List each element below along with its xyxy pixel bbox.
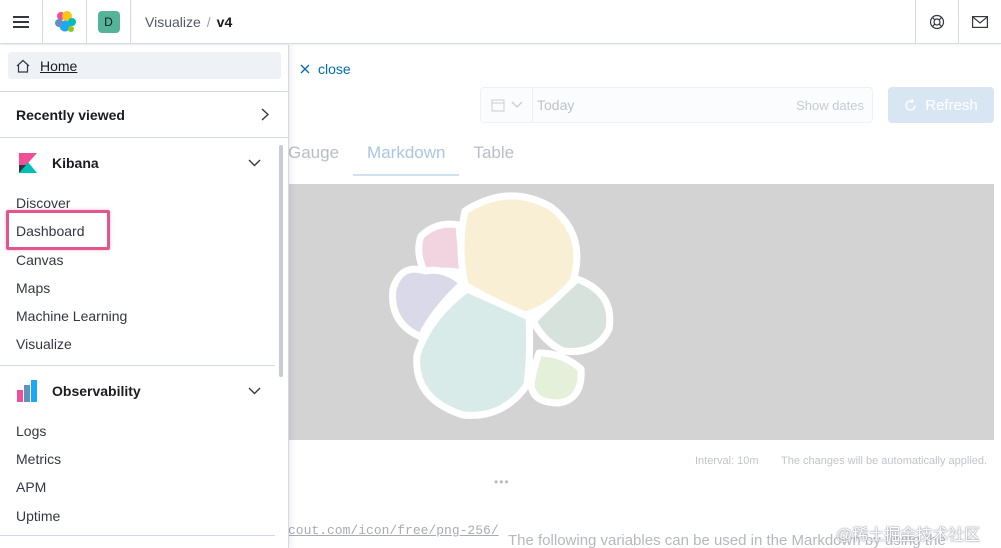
breadcrumb-visualize[interactable]: Visualize [145,14,201,30]
tab-table[interactable]: Table [459,143,528,176]
recently-viewed-label: Recently viewed [16,106,125,123]
side-nav-flyout: Home Recently viewed Kibana Discover Das… [0,45,289,548]
kibana-logo-icon [16,152,38,174]
chevron-right-icon [261,108,269,121]
nav-item-metrics[interactable]: Metrics [16,451,61,467]
date-quick-menu[interactable] [481,88,533,122]
nav-item-machine-learning[interactable]: Machine Learning [16,308,127,324]
top-header: D Visualize / v4 [0,0,1001,44]
show-dates-link[interactable]: Show dates [796,98,872,113]
nav-item-apm[interactable]: APM [16,479,46,495]
auto-apply-text: The changes will be automatically applie… [781,455,988,467]
image-preview [288,184,994,440]
tab-gauge[interactable]: Gauge [288,143,353,176]
group-divider [0,365,275,366]
elastic-logo[interactable] [43,0,87,44]
tab-markdown[interactable]: Markdown [353,143,460,176]
nav-item-uptime[interactable]: Uptime [16,508,60,524]
space-avatar: D [97,10,120,33]
space-selector[interactable]: D [87,0,131,44]
refresh-icon [905,98,916,111]
hamburger-icon [13,15,29,28]
refresh-button[interactable]: Refresh [888,87,994,123]
newsfeed-button[interactable] [958,0,1001,44]
help-lifebuoy-icon [929,14,945,29]
elastic-logo-icon [54,10,76,32]
home-icon [16,59,30,73]
chevron-down-icon [511,101,522,108]
close-link[interactable]: close [300,61,351,77]
watermark: @稀土掘金技术社区 [836,527,981,544]
elastic-flower-image [389,192,614,419]
group-divider [0,535,275,536]
calendar-icon [491,99,504,112]
refresh-label: Refresh [925,96,978,114]
mail-icon [972,15,988,28]
kibana-group-title: Kibana [52,155,99,171]
visualization-type-tabs: Gauge Markdown Table [288,143,528,176]
breadcrumb: Visualize / v4 [131,14,915,30]
nav-item-maps[interactable]: Maps [16,280,50,296]
markdown-code-line: cout.com/icon/free/png-256/ [288,523,499,538]
nav-home-link[interactable]: Home [8,52,281,79]
breadcrumb-separator: / [206,13,211,30]
home-label: Home [40,57,78,74]
nav-item-canvas[interactable]: Canvas [16,252,63,268]
observability-group-header[interactable]: Observability [16,379,261,403]
nav-scrollbar[interactable] [279,145,283,377]
help-button[interactable] [915,0,958,44]
kibana-group-header[interactable]: Kibana [16,151,261,175]
close-icon [300,64,310,74]
close-label: close [318,61,351,77]
recently-viewed-section[interactable]: Recently viewed [0,91,288,138]
dashboard-highlight-box [6,210,110,250]
nav-item-discover[interactable]: Discover [16,195,70,211]
resize-handle[interactable]: ••• [494,475,510,489]
chevron-down-icon [248,159,261,167]
chevron-down-icon [248,387,261,395]
date-value: Today [537,97,575,113]
date-picker[interactable]: Today Show dates [480,87,873,123]
breadcrumb-current: v4 [216,13,233,30]
interval-label: Interval: 10m [695,455,759,467]
nav-item-visualize[interactable]: Visualize [16,336,72,352]
observability-group-title: Observability [52,383,141,399]
nav-item-logs[interactable]: Logs [16,423,46,439]
observability-logo-icon [16,380,38,402]
menu-button[interactable] [0,0,43,44]
